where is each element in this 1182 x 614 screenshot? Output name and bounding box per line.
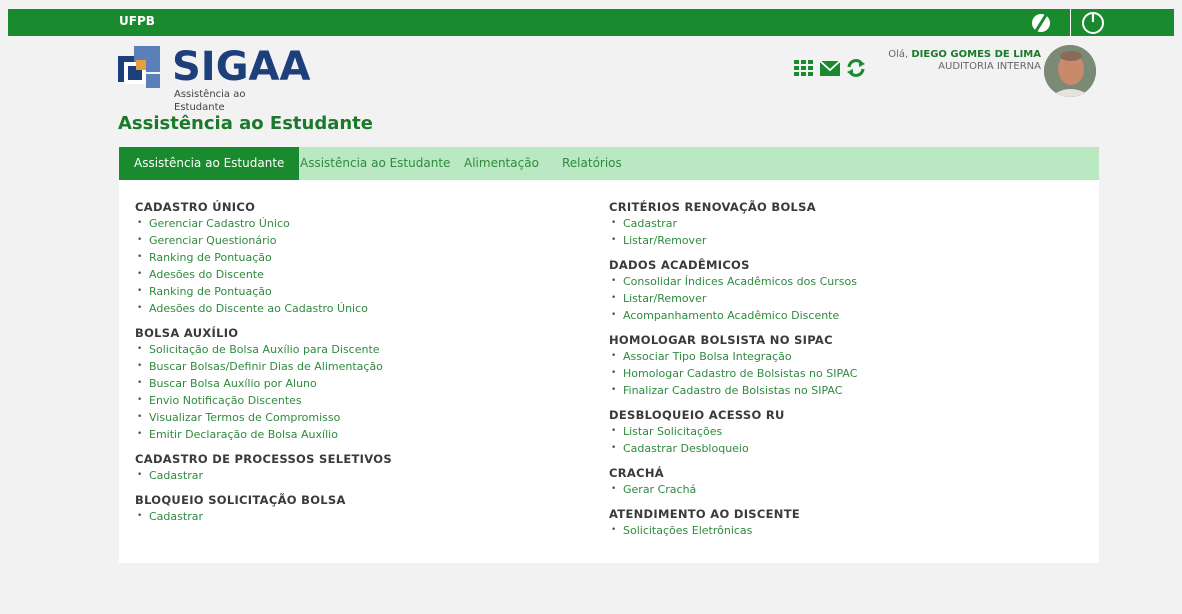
menu-section: ATENDIMENTO AO DISCENTESolicitações Elet… xyxy=(609,506,857,539)
menu-link[interactable]: Consolidar Índices Acadêmicos dos Cursos xyxy=(609,273,857,290)
sigaa-logo-icon xyxy=(118,46,162,90)
section-title: CRITÉRIOS RENOVAÇÃO BOLSA xyxy=(609,200,816,214)
mail-icon[interactable] xyxy=(819,58,841,78)
menu-section: DESBLOQUEIO ACESSO RUListar Solicitações… xyxy=(609,407,857,457)
user-name[interactable]: DIEGO GOMES DE LIMA xyxy=(911,49,1041,60)
section-title: BOLSA AUXÍLIO xyxy=(135,326,239,340)
tab-bar: Assistência ao Estudante Assistência ao … xyxy=(119,147,1099,180)
app-title: SIGAA xyxy=(172,44,311,90)
top-bar-divider xyxy=(1070,9,1071,36)
menu-link[interactable]: Listar/Remover xyxy=(609,232,857,249)
user-role: AUDITORIA INTERNA xyxy=(938,61,1041,72)
app-subtitle: Assistência ao Estudante xyxy=(174,89,246,113)
page-title: Assistência ao Estudante xyxy=(118,113,373,134)
menu-link[interactable]: Homologar Cadastro de Bolsistas no SIPAC xyxy=(609,365,857,382)
apps-grid-icon[interactable] xyxy=(793,58,815,78)
menu-link[interactable]: Adesões do Discente xyxy=(135,266,392,283)
power-icon[interactable] xyxy=(1080,9,1106,35)
tab-assistencia-estudante[interactable]: Assistência ao Estudante xyxy=(119,147,300,180)
menu-section: HOMOLOGAR BOLSISTA NO SIPACAssociar Tipo… xyxy=(609,332,857,399)
section-title: BLOQUEIO SOLICITAÇÃO BOLSA xyxy=(135,493,346,507)
tab-assistencia-estudante-2[interactable]: Assistência ao Estudante xyxy=(285,147,465,180)
section-title: CADASTRO ÚNICO xyxy=(135,200,256,214)
greeting: Olá, xyxy=(888,49,909,60)
tab-relatorios[interactable]: Relatórios xyxy=(547,147,637,180)
menu-right-column: CRITÉRIOS RENOVAÇÃO BOLSACadastrarListar… xyxy=(609,199,857,539)
menu-section: CADASTRO DE PROCESSOS SELETIVOSCadastrar xyxy=(135,451,392,484)
section-title: HOMOLOGAR BOLSISTA NO SIPAC xyxy=(609,333,833,347)
menu-link[interactable]: Acompanhamento Acadêmico Discente xyxy=(609,307,857,324)
top-bar: UFPB xyxy=(8,9,1174,36)
menu-section: BOLSA AUXÍLIOSolicitação de Bolsa Auxíli… xyxy=(135,325,392,443)
menu-link[interactable]: Listar/Remover xyxy=(609,290,857,307)
menu-link[interactable]: Envio Notificação Discentes xyxy=(135,392,392,409)
menu-left-column: CADASTRO ÚNICOGerenciar Cadastro ÚnicoGe… xyxy=(135,199,392,525)
section-title: ATENDIMENTO AO DISCENTE xyxy=(609,507,801,521)
section-title: DESBLOQUEIO ACESSO RU xyxy=(609,408,785,422)
header: SIGAA Assistência ao Estudante Olá, DIEG… xyxy=(0,36,1182,113)
menu-link[interactable]: Visualizar Termos de Compromisso xyxy=(135,409,392,426)
tab-alimentacao[interactable]: Alimentação xyxy=(449,147,554,180)
menu-link[interactable]: Cadastrar xyxy=(609,215,857,232)
menu-link[interactable]: Solicitações Eletrônicas xyxy=(609,522,857,539)
menu-section: CADASTRO ÚNICOGerenciar Cadastro ÚnicoGe… xyxy=(135,199,392,317)
menu-panel: CADASTRO ÚNICOGerenciar Cadastro ÚnicoGe… xyxy=(119,180,1099,563)
section-title: CADASTRO DE PROCESSOS SELETIVOS xyxy=(135,452,392,466)
menu-link[interactable]: Emitir Declaração de Bolsa Auxílio xyxy=(135,426,392,443)
menu-section: DADOS ACADÊMICOSConsolidar Índices Acadê… xyxy=(609,257,857,324)
menu-link[interactable]: Buscar Bolsas/Definir Dias de Alimentaçã… xyxy=(135,358,392,375)
menu-link[interactable]: Associar Tipo Bolsa Integração xyxy=(609,348,857,365)
menu-link[interactable]: Ranking de Pontuação xyxy=(135,249,392,266)
menu-link[interactable]: Gerenciar Questionário xyxy=(135,232,392,249)
menu-link[interactable]: Cadastrar Desbloqueio xyxy=(609,440,857,457)
institution-label: UFPB xyxy=(119,14,155,28)
contrast-icon[interactable] xyxy=(1029,10,1053,34)
section-title: CRACHÁ xyxy=(609,466,664,480)
avatar[interactable] xyxy=(1044,45,1096,97)
menu-link[interactable]: Cadastrar xyxy=(135,508,392,525)
menu-link[interactable]: Listar Solicitações xyxy=(609,423,857,440)
menu-section: BLOQUEIO SOLICITAÇÃO BOLSACadastrar xyxy=(135,492,392,525)
menu-link[interactable]: Ranking de Pontuação xyxy=(135,283,392,300)
menu-section: CRITÉRIOS RENOVAÇÃO BOLSACadastrarListar… xyxy=(609,199,857,249)
menu-link[interactable]: Gerar Crachá xyxy=(609,481,857,498)
section-title: DADOS ACADÊMICOS xyxy=(609,258,750,272)
menu-link[interactable]: Finalizar Cadastro de Bolsistas no SIPAC xyxy=(609,382,857,399)
menu-link[interactable]: Cadastrar xyxy=(135,467,392,484)
header-icons xyxy=(793,58,867,78)
menu-link[interactable]: Buscar Bolsa Auxílio por Aluno xyxy=(135,375,392,392)
menu-section: CRACHÁGerar Crachá xyxy=(609,465,857,498)
refresh-icon[interactable] xyxy=(845,58,867,78)
menu-link[interactable]: Solicitação de Bolsa Auxílio para Discen… xyxy=(135,341,392,358)
user-info: Olá, DIEGO GOMES DE LIMA AUDITORIA INTER… xyxy=(888,49,1041,72)
menu-link[interactable]: Adesões do Discente ao Cadastro Único xyxy=(135,300,392,317)
menu-link[interactable]: Gerenciar Cadastro Único xyxy=(135,215,392,232)
